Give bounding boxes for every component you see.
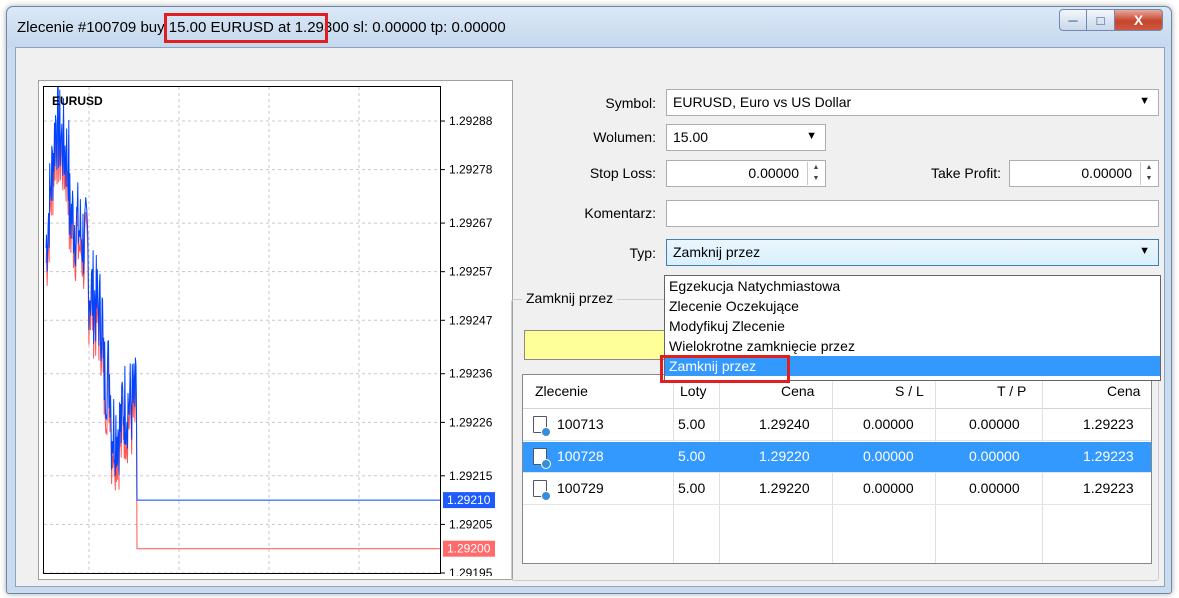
cell-lots: 5.00 xyxy=(678,448,706,464)
symbol-value: EURUSD, Euro vs US Dollar xyxy=(673,94,852,110)
col-order[interactable]: Zlecenie xyxy=(535,383,588,399)
cell-price: 1.29220 xyxy=(759,480,810,496)
dropdown-item-close-by[interactable]: Zamknij przez xyxy=(665,356,1160,376)
cell-current-price: 1.29223 xyxy=(1083,448,1134,464)
col-current-price[interactable]: Cena xyxy=(1107,383,1140,399)
dialog-client-area: EURUSD 1.29288 1.29278 1.29267 1.29257 1.292… xyxy=(15,47,1165,587)
group-title: Zamknij przez xyxy=(522,290,618,306)
symbol-label: Symbol: xyxy=(605,95,656,111)
chart-symbol: EURUSD xyxy=(52,94,103,108)
bid-price-tag: 1.29210 xyxy=(447,493,491,507)
y-tick-label: 1.29226 xyxy=(449,415,493,429)
title-suffix: at 1.29300 sl: 0.00000 tp: 0.00000 xyxy=(273,19,506,36)
y-tick-label: 1.29236 xyxy=(449,367,493,381)
y-tick-label: 1.29205 xyxy=(449,517,493,531)
volume-input[interactable]: 15.00 ▼ xyxy=(666,124,826,151)
order-dialog-window: Zlecenie #100709 buy 15.00 EURUSD at 1.2… xyxy=(6,6,1172,594)
table-row[interactable]: 100729 5.00 1.29220 0.00000 0.00000 1.29… xyxy=(523,474,1151,505)
y-tick-label: 1.29288 xyxy=(449,114,493,128)
chart-y-axis: 1.29288 1.29278 1.29267 1.29257 1.29247 1.292… xyxy=(441,114,495,576)
cell-order: 100729 xyxy=(557,480,604,496)
cell-sl: 0.00000 xyxy=(863,448,914,464)
orders-table: Zlecenie Loty Cena S / L T / P Cena 1007… xyxy=(522,374,1152,564)
dropdown-item-pending[interactable]: Zlecenie Oczekujące xyxy=(665,296,1160,316)
cell-price: 1.29240 xyxy=(759,416,810,432)
take-profit-label: Take Profit: xyxy=(930,165,1001,181)
stop-loss-label: Stop Loss: xyxy=(589,165,656,181)
close-by-button[interactable] xyxy=(524,330,684,360)
chevron-down-icon: ▼ xyxy=(1139,245,1150,257)
cell-current-price: 1.29223 xyxy=(1083,416,1134,432)
symbol-select[interactable]: EURUSD, Euro vs US Dollar ▼ xyxy=(666,89,1159,116)
dropdown-item-instant[interactable]: Egzekucja Natychmiastowa xyxy=(665,276,1160,296)
title-highlight: buy 15.00 EURUSD xyxy=(140,19,274,36)
y-tick-label: 1.29195 xyxy=(449,566,493,576)
window-controls: ─ □ X xyxy=(1059,9,1163,33)
chevron-down-icon: ▼ xyxy=(1139,95,1150,107)
y-tick-label: 1.29257 xyxy=(449,265,493,279)
type-value: Zamknij przez xyxy=(673,244,761,260)
stop-loss-input[interactable]: 0.00000 ▲ ▼ xyxy=(666,160,826,187)
window-title: Zlecenie #100709 buy 15.00 EURUSD at 1.2… xyxy=(17,19,506,36)
cell-tp: 0.00000 xyxy=(969,416,1020,432)
cell-order: 100713 xyxy=(557,416,604,432)
dropdown-item-multiple-close-by[interactable]: Wielokrotne zamknięcie przez xyxy=(665,336,1160,356)
volume-label: Wolumen: xyxy=(593,129,656,145)
stop-loss-value: 0.00000 xyxy=(748,165,799,181)
col-lots[interactable]: Loty xyxy=(680,383,706,399)
ask-series-line xyxy=(45,97,440,550)
cell-tp: 0.00000 xyxy=(969,480,1020,496)
spinner-icon[interactable]: ▲ ▼ xyxy=(1140,162,1157,185)
title-bar[interactable]: Zlecenie #100709 buy 15.00 EURUSD at 1.2… xyxy=(7,7,1171,47)
dropdown-item-modify[interactable]: Modyfikuj Zlecenie xyxy=(665,316,1160,336)
col-sl[interactable]: S / L xyxy=(895,383,924,399)
col-tp[interactable]: T / P xyxy=(997,383,1026,399)
title-prefix: Zlecenie #100709 xyxy=(17,19,141,36)
y-tick-label: 1.29267 xyxy=(449,216,493,230)
type-dropdown-list: Egzekucja Natychmiastowa Zlecenie Oczeku… xyxy=(664,275,1161,381)
comment-input[interactable] xyxy=(666,200,1159,227)
bid-series-line xyxy=(45,87,440,501)
comment-label: Komentarz: xyxy=(584,205,656,221)
spinner-icon[interactable]: ▲ ▼ xyxy=(807,162,824,185)
chevron-down-icon: ▼ xyxy=(806,130,817,142)
take-profit-input[interactable]: 0.00000 ▲ ▼ xyxy=(1009,160,1159,187)
price-chart: EURUSD 1.29288 1.29278 1.29267 1.29257 1.292… xyxy=(38,80,513,580)
order-icon xyxy=(533,448,551,469)
minimize-icon[interactable]: ─ xyxy=(1059,9,1087,31)
type-label: Typ: xyxy=(629,245,656,261)
cell-order: 100728 xyxy=(557,448,604,464)
take-profit-value: 0.00000 xyxy=(1081,165,1132,181)
volume-value: 15.00 xyxy=(673,129,709,145)
cell-sl: 0.00000 xyxy=(863,480,914,496)
y-tick-label: 1.29278 xyxy=(449,163,493,177)
cell-lots: 5.00 xyxy=(678,416,706,432)
cell-price: 1.29220 xyxy=(759,448,810,464)
cell-current-price: 1.29223 xyxy=(1083,480,1134,496)
y-tick-label: 1.29215 xyxy=(449,469,493,483)
cell-sl: 0.00000 xyxy=(863,416,914,432)
close-icon[interactable]: X xyxy=(1115,9,1163,31)
order-icon xyxy=(533,480,551,501)
cell-lots: 5.00 xyxy=(678,480,706,496)
chart-lines xyxy=(44,87,440,573)
ask-price-tag: 1.29200 xyxy=(447,542,491,556)
table-row[interactable]: 100728 5.00 1.29220 0.00000 0.00000 1.29… xyxy=(523,442,1151,473)
maximize-icon[interactable]: □ xyxy=(1087,9,1115,31)
table-row[interactable]: 100713 5.00 1.29240 0.00000 0.00000 1.29… xyxy=(523,410,1151,441)
type-select[interactable]: Zamknij przez ▼ xyxy=(666,239,1159,266)
col-price[interactable]: Cena xyxy=(781,383,814,399)
order-icon xyxy=(533,416,551,437)
chart-plot-area: EURUSD xyxy=(43,86,441,574)
cell-tp: 0.00000 xyxy=(969,448,1020,464)
y-tick-label: 1.29247 xyxy=(449,313,493,327)
